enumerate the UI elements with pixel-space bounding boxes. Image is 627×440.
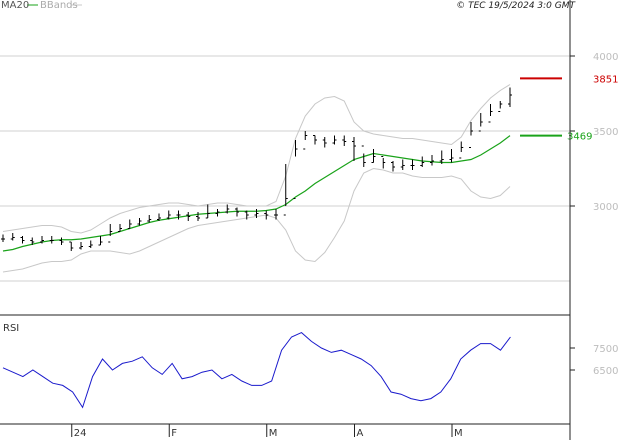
price-bar [332,135,337,145]
price-bar [313,135,317,145]
price-bar [1,234,5,242]
price-bar [205,204,210,219]
x-tick-label: 24 [74,428,87,439]
price-ohlc-bars [1,87,512,251]
rsi-tick-label: 7500 [593,344,618,355]
price-bar [410,159,415,170]
price-bar [176,210,181,220]
x-tick-label: A [357,428,364,439]
price-bar [98,236,103,246]
rsi-panel: RSI 6500 7500 [2,323,618,409]
price-bar [352,137,356,161]
price-bar [196,212,200,221]
rsi-title: RSI [3,323,19,334]
price-bar [79,242,83,250]
price-bar [59,237,64,245]
price-bar [391,161,395,172]
x-tick-label: M [454,428,463,439]
price-bar [49,236,54,244]
rsi-line [2,332,511,409]
price-bar [235,207,239,217]
price-tick-label: 3000 [593,202,618,213]
price-bar [371,149,376,163]
price-bar [322,137,327,148]
price-bar [449,149,454,163]
price-bar [303,131,308,150]
price-bar [20,236,25,244]
price-bar [127,219,132,229]
price-panel: 3000 3500 4000 3851 3469 [0,52,618,282]
x-tick-label: M [269,428,278,439]
price-bar [342,135,347,146]
price-bar [118,224,122,232]
price-bar [459,141,464,159]
price-bar [147,215,152,223]
copyright-stamp: © TEC 19/5/2024 3:0 GMT [456,1,576,11]
x-axis-labels: 24 F M A M [71,424,463,439]
price-bar [381,156,386,169]
price-bar [137,218,142,226]
price-bar [10,233,15,241]
price-bar [108,224,113,243]
price-tick-label: 4000 [593,52,618,63]
price-bar [488,104,493,123]
price-bar [498,101,503,112]
ma-legend-label: MA20 [1,0,29,11]
price-bar [508,87,512,107]
rsi-axis-ticks: 6500 7500 [570,344,618,377]
price-bar [469,122,473,148]
price-bar [420,156,425,167]
price-bar [400,159,405,170]
stock-chart: MA20 BBands © TEC 19/5/2024 3:0 GMT 3000… [0,0,618,440]
ma-last-level-label: 3469 [567,132,592,143]
ma20-line [2,135,511,252]
price-bar [293,140,298,199]
price-bar [88,240,93,248]
resistance-level-label: 3851 [593,74,618,85]
price-tick-label: 3500 [593,127,618,138]
bb-legend-label: BBands [40,0,78,11]
price-bar [478,113,483,132]
x-tick-label: F [171,428,177,439]
rsi-tick-label: 6500 [593,366,618,377]
bband-lower-line [2,167,511,273]
price-bar [69,241,74,251]
price-gridlines [0,55,570,282]
price-bar [430,155,434,166]
